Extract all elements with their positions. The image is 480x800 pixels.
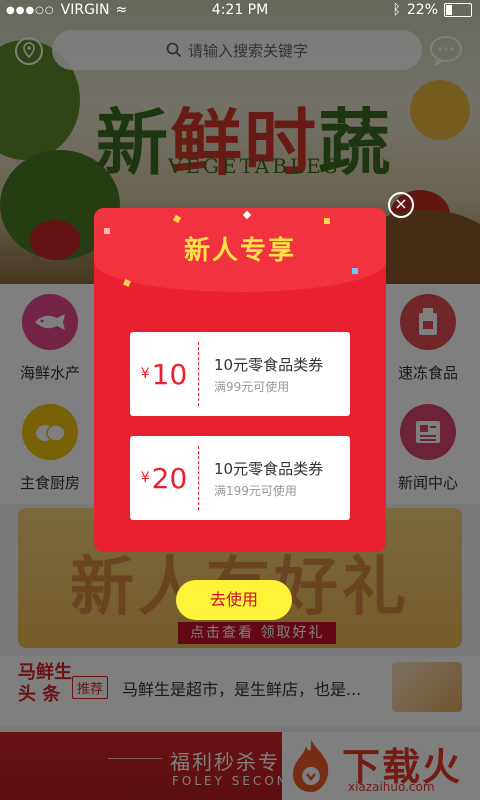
confetti (123, 279, 131, 287)
coupon-card[interactable]: ¥10 10元零食品类券 满99元可使用 (130, 332, 350, 416)
coupon-divider (198, 446, 199, 510)
battery-percent: 22% (406, 2, 438, 18)
coupon-title: 10元零食品类券 (214, 460, 324, 478)
coupon-amount: ¥10 (140, 357, 188, 391)
coupon-divider (198, 342, 199, 406)
confetti (352, 268, 358, 274)
coupon-amount: ¥20 (140, 461, 188, 495)
coupon-condition: 满99元可使用 (214, 380, 290, 394)
use-coupon-button[interactable]: 去使用 (176, 580, 292, 620)
coupon-title: 10元零食品类券 (214, 356, 324, 374)
status-bar: ●●●○○ VIRGIN ≈ 4:21 PM ᛒ 22% (0, 0, 480, 22)
new-user-coupon-modal: 新人专享 ¥10 10元零食品类券 满99元可使用 ¥20 10元零食品类券 满… (94, 208, 386, 552)
confetti (324, 218, 330, 224)
close-icon[interactable]: × (388, 192, 414, 218)
modal-title: 新人专享 (183, 236, 296, 266)
coupon-card[interactable]: ¥20 10元零食品类券 满199元可使用 (130, 436, 350, 520)
coupon-condition: 满199元可使用 (214, 484, 297, 498)
battery-icon (444, 3, 472, 17)
bluetooth-icon: ᛒ (392, 2, 401, 18)
